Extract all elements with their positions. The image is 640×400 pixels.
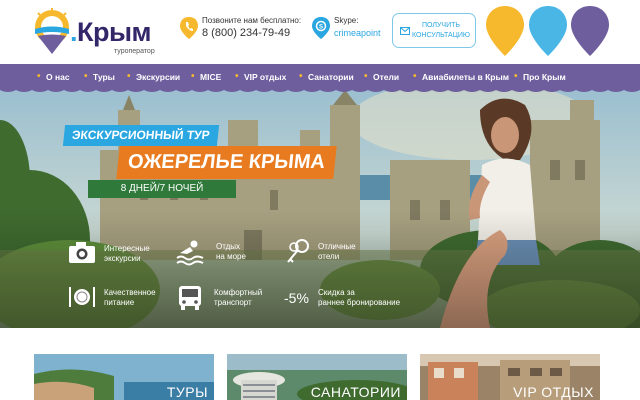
logo-pin-icon bbox=[35, 8, 69, 54]
camera-icon bbox=[69, 242, 95, 263]
brand-name: Крым bbox=[77, 17, 152, 47]
category-cards: ТУРЫ САНАТОРИИ VIP ОТДЫХ bbox=[0, 328, 640, 400]
main-nav: О нас Туры Экскурсии MICE VIP отдых Сана… bbox=[0, 64, 640, 90]
feature-hotels-text: Отличные отели bbox=[318, 242, 356, 261]
phone-number[interactable]: 8 (800) 234-79-49 bbox=[202, 27, 290, 39]
purple-pin-icon bbox=[571, 6, 609, 56]
feature-transport-text: Комфортный транспорт bbox=[214, 288, 263, 307]
tour-type-label: ЭКСКУРСИОННЫЙ ТУР bbox=[62, 125, 219, 146]
nav-item-vip[interactable]: VIP отдых bbox=[235, 64, 286, 90]
feature-hotels: Отличные отели bbox=[284, 238, 384, 268]
nav-item-sanatoriums[interactable]: Санатории bbox=[299, 64, 354, 90]
bus-icon bbox=[179, 286, 201, 310]
get-consultation-button[interactable]: ПОЛУЧИТЬ КОНСУЛЬТАЦИЮ bbox=[392, 13, 476, 48]
card-vip[interactable]: VIP ОТДЫХ bbox=[420, 354, 600, 400]
site-header: .Крым туроператор Позвоните нам бесплатн… bbox=[0, 0, 640, 64]
skype-handle[interactable]: crimeapoint bbox=[334, 28, 381, 38]
keys-icon bbox=[287, 239, 309, 263]
card-sanatoriums[interactable]: САНАТОРИИ bbox=[227, 354, 407, 400]
feature-food: Качественное питание bbox=[68, 284, 178, 314]
brand-tagline: туроператор bbox=[114, 48, 155, 55]
logo-wordmark: .Крым bbox=[70, 17, 152, 47]
feature-early-booking: -5% Скидка за раннее бронирование bbox=[284, 284, 424, 314]
nav-item-flights[interactable]: Авиабилеты в Крым bbox=[413, 64, 509, 90]
nav-item-hotels[interactable]: Отели bbox=[364, 64, 399, 90]
blue-pin-icon bbox=[529, 6, 567, 56]
skype-label: Skype: bbox=[334, 16, 359, 25]
plate-icon bbox=[69, 287, 95, 307]
feature-food-text: Качественное питание bbox=[104, 288, 156, 307]
phone-icon bbox=[180, 17, 198, 39]
nav-item-about[interactable]: О нас bbox=[37, 64, 69, 90]
card-sanatoriums-label: САНАТОРИИ bbox=[310, 384, 401, 400]
swimmer-icon bbox=[176, 240, 204, 266]
mail-icon bbox=[400, 27, 410, 35]
discount-badge: -5% bbox=[284, 290, 309, 306]
feature-sea-rest: Отдых на море bbox=[176, 238, 276, 268]
card-vip-label: VIP ОТДЫХ bbox=[513, 384, 594, 400]
skype-icon: S bbox=[312, 17, 330, 39]
phone-label: Позвоните нам бесплатно: bbox=[202, 16, 302, 25]
yellow-pin-icon bbox=[486, 6, 524, 56]
nav-wave-divider bbox=[0, 88, 640, 92]
nav-item-about-crimea[interactable]: Про Крым bbox=[514, 64, 566, 90]
phone-contact: Позвоните нам бесплатно: 8 (800) 234-79-… bbox=[180, 16, 310, 46]
brand-logo[interactable]: .Крым туроператор bbox=[32, 8, 155, 58]
nav-item-mice[interactable]: MICE bbox=[191, 64, 221, 90]
card-tours-label: ТУРЫ bbox=[166, 384, 208, 400]
skype-contact: S Skype: crimeapoint bbox=[312, 16, 392, 46]
svg-text:S: S bbox=[319, 25, 323, 31]
nav-item-excursions[interactable]: Экскурсии bbox=[127, 64, 180, 90]
tour-title[interactable]: ОЖЕРЕЛЬЕ КРЫМА bbox=[116, 146, 337, 179]
feature-sea-text: Отдых на море bbox=[216, 242, 246, 261]
tour-duration: 8 ДНЕЙ/7 НОЧЕЙ bbox=[88, 180, 236, 198]
feature-excursions: Интересные экскурсии bbox=[68, 240, 178, 270]
feature-excursions-text: Интересные экскурсии bbox=[104, 244, 150, 263]
card-tours[interactable]: ТУРЫ bbox=[34, 354, 214, 400]
feature-early-booking-text: Скидка за раннее бронирование bbox=[318, 288, 401, 307]
feature-transport: Комфортный транспорт bbox=[176, 284, 276, 314]
nav-item-tours[interactable]: Туры bbox=[84, 64, 115, 90]
